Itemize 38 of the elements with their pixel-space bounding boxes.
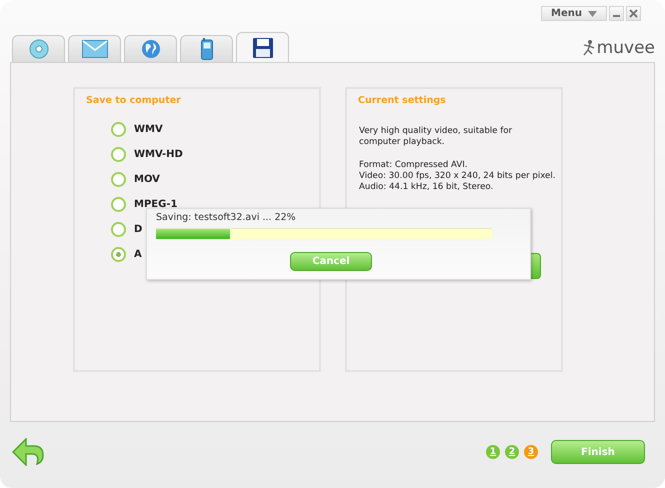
close-icon bbox=[629, 9, 638, 18]
detail-text: Audio: 44.1 kHz, 16 bit, Stereo. bbox=[359, 182, 494, 193]
step-indicator[interactable]: 2 bbox=[505, 445, 519, 459]
envelope-icon bbox=[82, 40, 108, 58]
tab[interactable] bbox=[180, 35, 233, 62]
panel-title: Save to computer bbox=[85, 94, 182, 106]
option-label: MOV bbox=[134, 174, 160, 184]
tab[interactable] bbox=[236, 32, 289, 62]
panel-title: Current settings bbox=[357, 94, 447, 106]
radio-button[interactable] bbox=[111, 172, 126, 186]
description-text: Very high quality video, suitable for computer playback. bbox=[359, 126, 514, 148]
radio-button[interactable] bbox=[111, 196, 126, 212]
step-indicator[interactable]: 3 bbox=[524, 445, 538, 459]
caret-icon bbox=[588, 10, 597, 16]
radio-button[interactable] bbox=[111, 146, 126, 162]
step-indicator[interactable]: 1 bbox=[486, 445, 500, 459]
finish-button[interactable]: Finish bbox=[551, 440, 645, 464]
option-label: MPEG-1 bbox=[134, 198, 178, 210]
phone-icon bbox=[200, 38, 212, 60]
radio-button[interactable] bbox=[111, 246, 126, 262]
option-label: WMV bbox=[134, 124, 163, 134]
detail-text: Video: 30.00 fps, 320 x 240, 24 bits per pixel. bbox=[359, 171, 556, 182]
detail-text: Format: Compressed AVI. bbox=[359, 160, 469, 171]
dancer-icon bbox=[582, 39, 596, 57]
option-label: D bbox=[134, 224, 142, 234]
minimize-button[interactable] bbox=[609, 6, 624, 21]
cancel-button[interactable]: Cancel bbox=[290, 252, 372, 271]
logo-text: muvee bbox=[596, 38, 655, 58]
back-arrow-icon[interactable] bbox=[12, 438, 44, 466]
option-label: WMV-HD bbox=[134, 148, 183, 160]
globe-icon bbox=[140, 39, 160, 59]
radio-button[interactable] bbox=[111, 222, 126, 236]
menu-button[interactable]: Menu bbox=[541, 6, 607, 21]
radio-button[interactable] bbox=[111, 122, 126, 136]
close-button[interactable] bbox=[626, 6, 641, 21]
option-label: A bbox=[134, 248, 142, 260]
progress-status: Saving: testsoft32.avi ... 22% bbox=[156, 212, 297, 224]
disc-icon bbox=[28, 39, 48, 59]
